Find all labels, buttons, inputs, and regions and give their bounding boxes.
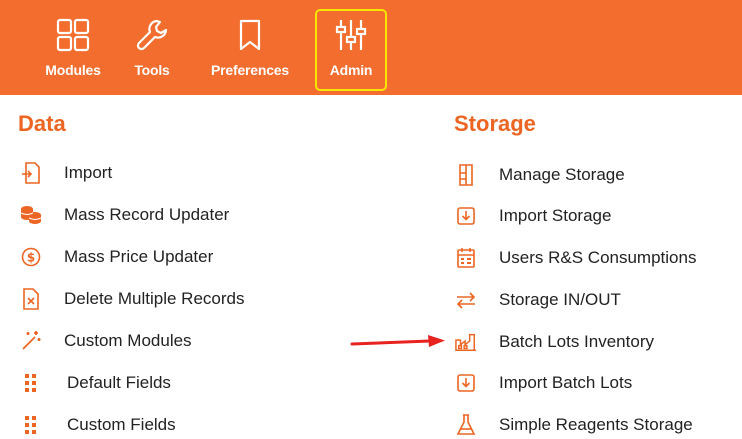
calendar-icon: [455, 247, 477, 269]
bookmark-icon: [233, 18, 267, 57]
magic-wand-icon: [20, 330, 42, 352]
toolbar-modules-label: Modules: [45, 62, 101, 78]
menu-item-custom-modules[interactable]: Custom Modules: [20, 328, 192, 354]
sliders-icon: [335, 18, 367, 57]
database-stack-icon: [20, 204, 42, 226]
menu-item-mass-record-updater[interactable]: Mass Record Updater: [20, 202, 229, 228]
menu-item-users-consumptions[interactable]: Users R&S Consumptions: [455, 245, 696, 271]
menu-item-label: Simple Reagents Storage: [499, 415, 693, 434]
menu-item-delete-multiple-records[interactable]: Delete Multiple Records: [20, 286, 244, 312]
menu-item-import-storage[interactable]: Import Storage: [455, 203, 611, 229]
menu-item-label: Import Batch Lots: [499, 373, 633, 392]
menu-item-manage-storage[interactable]: Manage Storage: [455, 162, 625, 188]
menu-item-label: Batch Lots Inventory: [499, 332, 654, 351]
menu-item-label: Default Fields: [67, 373, 171, 392]
menu-item-label: Delete Multiple Records: [64, 289, 245, 308]
menu-item-storage-in-out[interactable]: Storage IN/OUT: [455, 287, 621, 313]
menu-item-custom-fields[interactable]: Custom Fields: [20, 412, 176, 438]
menu-item-label: Custom Modules: [64, 331, 192, 350]
toolbar-preferences-button[interactable]: Preferences: [196, 0, 304, 95]
menu-item-default-fields[interactable]: Default Fields: [20, 370, 171, 396]
menu-item-label: Import Storage: [499, 206, 612, 225]
data-section-title: Data: [18, 111, 66, 136]
storage-icon: [455, 164, 477, 186]
menu-item-import-batch-lots[interactable]: Import Batch Lots: [455, 370, 632, 396]
toolbar-tools-button[interactable]: Tools: [126, 0, 178, 95]
menu-item-batch-lots-inventory[interactable]: Batch Lots Inventory: [455, 329, 654, 355]
menu-item-mass-price-updater[interactable]: $ Mass Price Updater: [20, 244, 213, 270]
dollar-circle-icon: $: [20, 246, 42, 268]
flask-icon: [455, 414, 477, 436]
factory-icon: [455, 331, 477, 353]
menu-item-label: Users R&S Consumptions: [499, 248, 697, 267]
dots-grid-icon: [20, 414, 42, 436]
delete-file-icon: [20, 288, 42, 310]
menu-item-label: Custom Fields: [67, 415, 176, 434]
annotation-arrow-icon: [350, 335, 445, 347]
toolbar-modules-button[interactable]: Modules: [36, 0, 110, 95]
menu-item-simple-reagents-storage[interactable]: Simple Reagents Storage: [455, 412, 693, 438]
swap-arrows-icon: [455, 289, 477, 311]
svg-text:$: $: [27, 251, 35, 265]
top-toolbar: Modules Tools Preferences Admin: [0, 0, 742, 95]
menu-item-label: Mass Record Updater: [64, 205, 230, 224]
menu-item-label: Mass Price Updater: [64, 247, 214, 266]
toolbar-preferences-label: Preferences: [211, 62, 289, 78]
menu-item-label: Storage IN/OUT: [499, 290, 621, 309]
toolbar-admin-label: Admin: [329, 62, 373, 78]
import-box-icon: [455, 205, 477, 227]
toolbar-admin-button[interactable]: Admin: [315, 9, 387, 91]
toolbar-tools-label: Tools: [134, 62, 170, 78]
storage-section-title: Storage: [454, 111, 536, 136]
dots-grid-icon: [20, 372, 42, 394]
wrench-icon: [135, 18, 169, 57]
menu-item-label: Import: [64, 163, 113, 182]
import-file-icon: [20, 162, 42, 184]
grid-icon: [56, 18, 90, 57]
menu-item-label: Manage Storage: [499, 165, 625, 184]
import-box-icon: [455, 372, 477, 394]
menu-item-import[interactable]: Import: [20, 160, 112, 186]
